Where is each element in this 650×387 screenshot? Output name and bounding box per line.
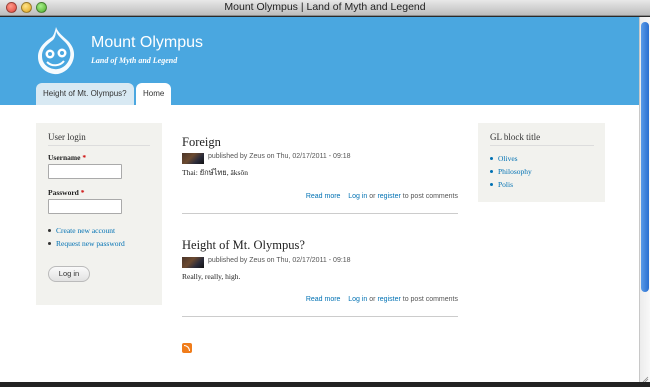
node-links: Read more Log in or register to post com… — [306, 296, 458, 303]
required-mark: * — [82, 153, 87, 162]
username-input[interactable] — [48, 164, 122, 179]
password-input[interactable] — [48, 199, 122, 214]
gl-block-list: Olives Philosophy Polis — [490, 152, 532, 191]
scrollbar-thumb[interactable] — [641, 22, 649, 292]
gl-block: GL block title Olives Philosophy Polis — [478, 123, 605, 202]
author-picture — [182, 257, 204, 268]
tab-height-of-mt-olympus[interactable]: Height of Mt. Olympus? — [36, 83, 134, 105]
node-body: Really, really, high. — [182, 272, 241, 281]
submitted-info: published by Zeus on Thu, 02/17/2011 - 0… — [208, 257, 351, 264]
register-link[interactable]: register — [377, 296, 400, 303]
request-new-password-link[interactable]: Request new password — [48, 237, 125, 250]
divider — [490, 145, 594, 146]
user-login-title: User login — [48, 132, 86, 142]
window-title: Mount Olympus | Land of Myth and Legend — [224, 1, 426, 13]
register-link[interactable]: register — [377, 193, 400, 200]
login-links: Create new account Request new password — [48, 224, 125, 250]
gl-item-polis[interactable]: Polis — [490, 178, 532, 191]
node-divider — [182, 316, 458, 317]
tab-home[interactable]: Home — [136, 83, 172, 105]
read-more-link[interactable]: Read more — [306, 296, 341, 303]
password-label: Password * — [48, 188, 85, 197]
log-in-link[interactable]: Log in — [348, 296, 367, 303]
post-comments-text: to post comments — [402, 296, 458, 303]
page-viewport: Mount Olympus Land of Myth and Legend He… — [0, 17, 639, 382]
node-title[interactable]: Height of Mt. Olympus? — [182, 238, 305, 253]
or-text: or — [369, 296, 376, 303]
article-node: Height of Mt. Olympus? published by Zeus… — [182, 238, 458, 318]
window-bottom-edge — [0, 382, 650, 387]
log-in-link[interactable]: Log in — [348, 193, 367, 200]
vertical-scrollbar[interactable] — [639, 17, 650, 382]
user-login-block: User login Username * Password * Create … — [36, 123, 162, 305]
window-titlebar: Mount Olympus | Land of Myth and Legend — [0, 0, 650, 16]
node-body: Thai: ยักษ์ไทย, ăksŏn — [182, 168, 248, 177]
site-name[interactable]: Mount Olympus — [91, 34, 203, 52]
post-comments-text: to post comments — [402, 193, 458, 200]
gl-item-olives[interactable]: Olives — [490, 152, 532, 165]
log-in-button[interactable]: Log in — [48, 266, 90, 282]
node-title[interactable]: Foreign — [182, 135, 221, 150]
read-more-link[interactable]: Read more — [306, 193, 341, 200]
gl-item-philosophy[interactable]: Philosophy — [490, 165, 532, 178]
node-divider — [182, 213, 458, 214]
rss-feed-icon[interactable] — [182, 343, 192, 353]
divider — [48, 145, 150, 146]
node-links: Read more Log in or register to post com… — [306, 193, 458, 200]
create-new-account-link[interactable]: Create new account — [48, 224, 125, 237]
or-text: or — [369, 193, 376, 200]
site-slogan: Land of Myth and Legend — [91, 56, 178, 65]
username-label: Username * — [48, 153, 87, 162]
required-mark: * — [80, 188, 85, 197]
article-node: Foreign published by Zeus on Thu, 02/17/… — [182, 135, 458, 215]
gl-block-title: GL block title — [490, 132, 541, 142]
site-header: Mount Olympus Land of Myth and Legend He… — [0, 17, 639, 105]
author-picture — [182, 153, 204, 164]
drupal-logo-icon[interactable] — [34, 25, 78, 77]
submitted-info: published by Zeus on Thu, 02/17/2011 - 0… — [208, 153, 351, 160]
